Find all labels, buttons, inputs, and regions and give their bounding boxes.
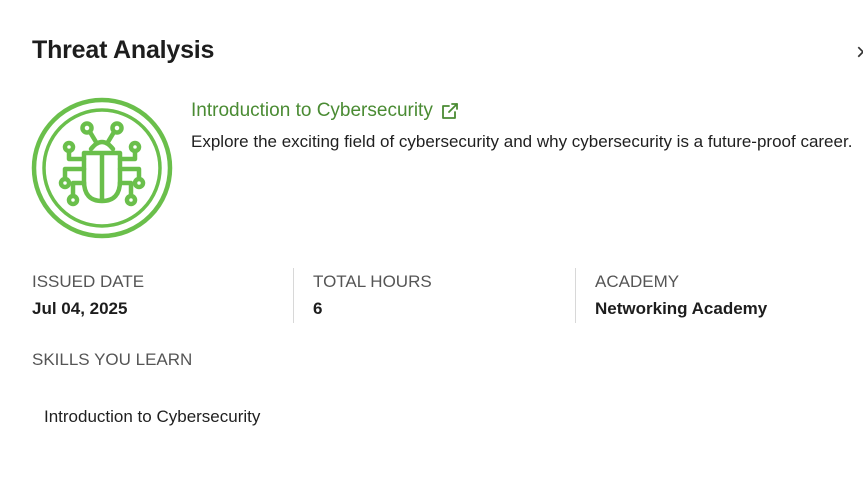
bug-icon [31,97,173,239]
total-hours-label: TOTAL HOURS [313,272,432,291]
course-description: Explore the exciting field of cybersecur… [191,132,853,151]
close-icon[interactable]: × [856,40,863,66]
threat-analysis-panel: Threat Analysis × [0,0,863,483]
course-name[interactable]: Introduction to Cybersecurity [191,100,433,122]
divider [293,268,294,323]
external-link-icon[interactable] [441,102,459,120]
skills-heading: SKILLS YOU LEARN [32,350,193,369]
course-link[interactable]: Introduction to Cybersecurity [191,100,459,122]
academy-value: Networking Academy [595,299,768,318]
total-hours-value: 6 [313,299,323,318]
issued-date-label: ISSUED DATE [32,272,145,291]
divider [575,268,576,323]
panel-title: Threat Analysis [32,36,215,64]
skill-item: Introduction to Cybersecurity [44,407,261,426]
academy-label: ACADEMY [595,272,680,291]
issued-date-value: Jul 04, 2025 [32,299,128,318]
